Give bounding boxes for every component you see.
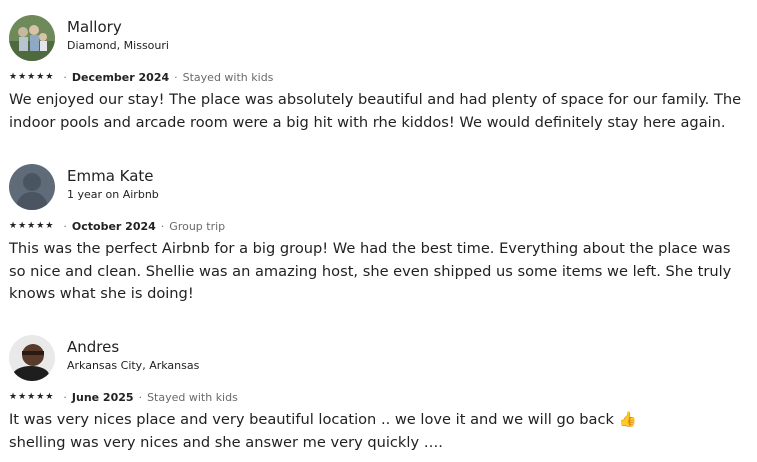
separator: · (138, 390, 143, 404)
rating-stars: ★ ★ ★ ★ ★ (9, 71, 54, 82)
separator: · (63, 390, 67, 404)
star-icon: ★ (45, 71, 54, 82)
star-icon: ★ (36, 71, 45, 82)
star-icon: ★ (18, 391, 27, 402)
review-meta: ★ ★ ★ ★ ★ · December 2024 · Stayed with … (9, 70, 273, 84)
reviewer-location: Arkansas City, Arkansas (67, 359, 200, 372)
star-icon: ★ (45, 391, 54, 402)
star-icon: ★ (9, 391, 18, 402)
reviewer-name: Emma Kate (67, 167, 154, 185)
trip-type: Stayed with kids (182, 70, 274, 84)
reviewer-name: Mallory (67, 18, 122, 36)
star-icon: ★ (18, 71, 27, 82)
review-date: June 2025 (71, 390, 134, 404)
reviewer-location: Diamond, Missouri (67, 39, 169, 52)
separator: · (174, 70, 178, 84)
separator: · (63, 219, 67, 233)
star-icon: ★ (9, 71, 18, 82)
avatar[interactable] (9, 335, 55, 381)
trip-type: Stayed with kids (147, 390, 238, 404)
star-icon: ★ (45, 220, 54, 231)
star-icon: ★ (27, 71, 36, 82)
star-icon: ★ (18, 220, 27, 231)
review-text: This was the perfect Airbnb for a big gr… (9, 240, 732, 302)
reviewer-name: Andres (67, 338, 120, 356)
review-date: December 2024 (71, 70, 170, 84)
review-date: October 2024 (71, 219, 156, 233)
star-icon: ★ (27, 220, 36, 231)
star-icon: ★ (36, 391, 45, 402)
star-icon: ★ (36, 220, 45, 231)
review-meta: ★ ★ ★ ★ ★ · June 2025 · Stayed with kids (9, 390, 238, 404)
rating-stars: ★ ★ ★ ★ ★ (9, 391, 54, 402)
avatar[interactable] (9, 15, 55, 61)
review-meta: ★ ★ ★ ★ ★ · October 2024 · Group trip (9, 219, 225, 233)
separator: · (63, 70, 67, 84)
separator: · (160, 219, 165, 233)
review-text: We enjoyed our stay! The place was absol… (9, 91, 742, 131)
trip-type: Group trip (169, 219, 226, 233)
reviewer-tenure: 1 year on Airbnb (67, 188, 159, 201)
star-icon: ★ (27, 391, 36, 402)
rating-stars: ★ ★ ★ ★ ★ (9, 220, 54, 231)
review-text: It was very nices place and very beautif… (9, 411, 637, 451)
star-icon: ★ (9, 220, 18, 231)
avatar[interactable] (9, 164, 55, 210)
